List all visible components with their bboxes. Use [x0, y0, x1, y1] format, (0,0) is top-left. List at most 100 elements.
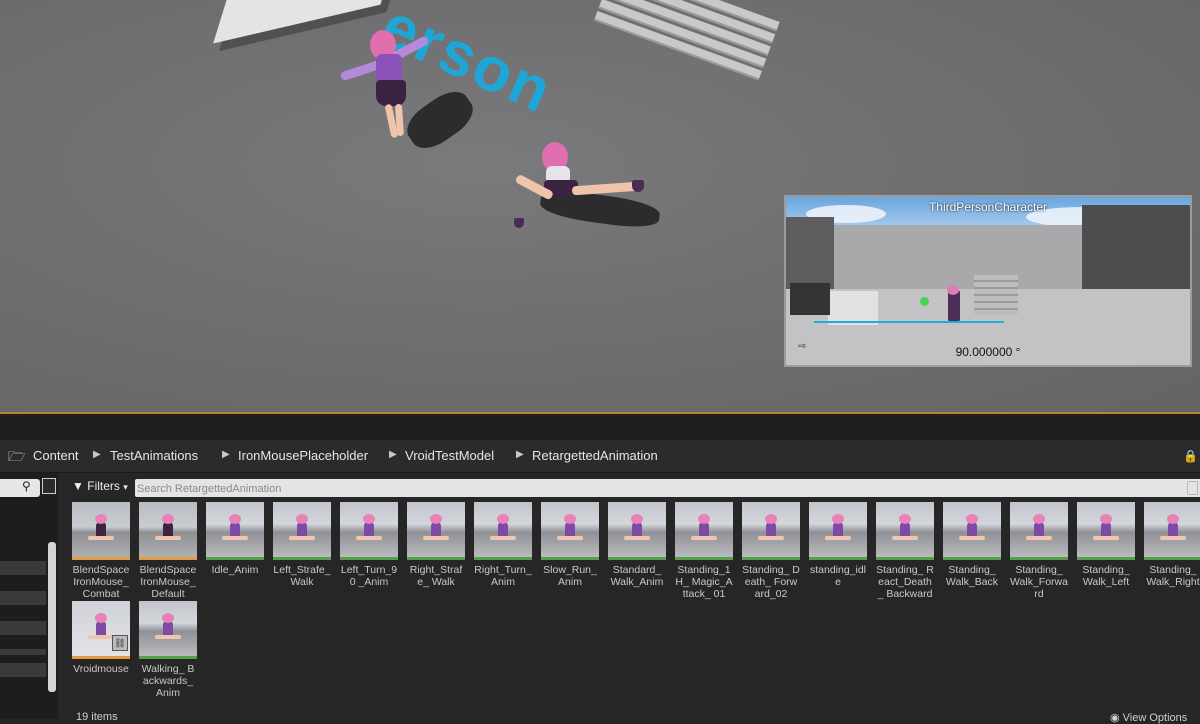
chevron-right-icon[interactable]: ▶ — [516, 449, 524, 460]
character-figure — [289, 514, 315, 540]
character-figure — [758, 514, 784, 540]
asset-label: Right_Turn_ Anim — [474, 564, 532, 588]
asset-label: Standing_ Walk_Right — [1146, 564, 1200, 588]
view-options-label: View Options — [1122, 712, 1188, 724]
asset-tile[interactable]: ⛓ Vroidmouse — [72, 601, 130, 675]
asset-thumbnail — [340, 502, 398, 560]
preview-block — [828, 291, 878, 325]
character-figure — [1026, 514, 1052, 540]
chevron-right-icon[interactable]: ▶ — [222, 449, 230, 460]
items-count: 19 items — [76, 711, 118, 723]
asset-label: Slow_Run_ Anim — [543, 564, 597, 588]
asset-thumbnail — [876, 502, 934, 560]
preview-back-wall — [832, 225, 1082, 295]
folder-tree-item[interactable] — [0, 663, 46, 677]
folder-tree-scrollbar[interactable] — [48, 542, 56, 692]
asset-tile[interactable]: Walking_ Backwards_ Anim — [139, 601, 197, 699]
folder-tree-item[interactable] — [0, 649, 46, 655]
asset-tile[interactable]: BlendSpace IronMouse_ Default — [139, 502, 197, 600]
folder-tree-item[interactable] — [0, 621, 46, 635]
view-options-button[interactable]: ◉ View Options — [1110, 711, 1187, 724]
panel-settings-icon[interactable] — [1187, 481, 1198, 495]
asset-search-box[interactable]: ⚲ — [135, 479, 1200, 498]
folder-tree-item[interactable] — [0, 561, 46, 575]
character-figure — [1160, 514, 1186, 540]
asset-thumbnail — [541, 502, 599, 560]
preview-block — [790, 283, 830, 315]
breadcrumb-content[interactable]: Content — [33, 448, 79, 463]
breadcrumb-ironmouseplaceholder[interactable]: IronMousePlaceholder — [238, 448, 368, 463]
preview-stairs — [974, 275, 1018, 315]
panel-divider[interactable] — [0, 412, 1200, 440]
eye-icon: ◉ — [1110, 712, 1123, 724]
asset-label: Left_Strafe_ Walk — [273, 564, 331, 588]
character-figure — [155, 613, 181, 639]
asset-thumbnail — [407, 502, 465, 560]
asset-thumbnail — [273, 502, 331, 560]
lock-icon[interactable]: 🔒 — [1183, 449, 1198, 463]
asset-tile[interactable]: Standing_ React_Death_ Backward — [876, 502, 934, 600]
asset-thumbnail — [1144, 502, 1200, 560]
asset-thumbnail — [1010, 502, 1068, 560]
asset-tile[interactable]: Standing_ Walk_Forward — [1010, 502, 1068, 600]
asset-label: Walking_ Backwards_ Anim — [141, 663, 195, 699]
asset-search-input[interactable] — [135, 480, 1137, 498]
asset-tile[interactable]: Left_Turn_90 _Anim — [340, 502, 398, 588]
asset-tile[interactable]: Standing_ Walk_Back — [943, 502, 1001, 588]
asset-tile[interactable]: Idle_Anim — [206, 502, 264, 576]
preview-green-orb — [920, 297, 929, 306]
filters-button[interactable]: ▼ Filters ▾ — [72, 479, 128, 493]
asset-tile[interactable]: Standing_1H_ Magic_Attack_ 01 — [675, 502, 733, 600]
chevron-right-icon[interactable]: ▶ — [389, 449, 397, 460]
asset-tile[interactable]: Right_Strafe_ Walk — [407, 502, 465, 588]
sources-toggle-icon[interactable] — [42, 478, 56, 494]
asset-tile[interactable]: Left_Strafe_ Walk — [273, 502, 331, 588]
asset-label: Left_Turn_90 _Anim — [340, 564, 398, 588]
asset-tile[interactable]: Standing_ Walk_Right — [1144, 502, 1200, 588]
asset-label: Standing_ Walk_Left — [1082, 564, 1130, 588]
chevron-down-icon: ▾ — [123, 482, 128, 492]
chevron-right-icon[interactable]: ▶ — [93, 449, 101, 460]
character-figure — [88, 514, 114, 540]
asset-tile[interactable]: Standing_ Walk_Left — [1077, 502, 1135, 588]
asset-label: Standard_ Walk_Anim — [610, 564, 664, 588]
asset-tile[interactable]: Right_Turn_ Anim — [474, 502, 532, 588]
breadcrumb-vroidtestmodel[interactable]: VroidTestModel — [405, 448, 494, 463]
asset-tile[interactable]: Slow_Run_ Anim — [541, 502, 599, 588]
asset-tile[interactable]: BlendSpace IronMouse_ Combat — [72, 502, 130, 600]
character-tpose[interactable] — [339, 30, 430, 150]
filters-label: Filters — [87, 479, 120, 493]
asset-thumbnail — [1077, 502, 1135, 560]
asset-tile[interactable]: Standard_ Walk_Anim — [608, 502, 666, 588]
asset-label: Standing_ Death_ Forward_02 — [742, 564, 800, 600]
asset-thumbnail — [742, 502, 800, 560]
asset-tile[interactable]: Standing_ Death_ Forward_02 — [742, 502, 800, 600]
asset-thumbnail — [943, 502, 1001, 560]
asset-tile[interactable]: standing_idle — [809, 502, 867, 588]
breadcrumb-retargettedanimation[interactable]: RetargettedAnimation — [532, 448, 658, 463]
asset-view: ▼ Filters ▾ ⚲ BlendSpace IronMouse_ Comb… — [60, 473, 1200, 724]
character-figure — [1093, 514, 1119, 540]
character-figure — [222, 514, 248, 540]
asset-thumbnail — [139, 502, 197, 560]
folder-search-field[interactable] — [0, 479, 40, 497]
character-figure — [88, 613, 114, 639]
camera-preview-window[interactable]: ThirdPersonCharacter ⇨ 90.000000 ° — [784, 195, 1192, 367]
character-figure — [490, 514, 516, 540]
asset-thumbnail — [675, 502, 733, 560]
folder-tree-item[interactable] — [0, 591, 46, 605]
folder-tree-pane: ⚲ — [0, 473, 58, 719]
level-viewport[interactable]: erson ThirdPersonCharacter ⇨ 90.000000 ° — [0, 0, 1200, 412]
breadcrumb-testanimations[interactable]: TestAnimations — [110, 448, 198, 463]
asset-thumbnail — [139, 601, 197, 659]
character-figure — [356, 514, 382, 540]
character-split-pose[interactable] — [510, 140, 650, 235]
character-figure — [423, 514, 449, 540]
asset-label: Standing_ Walk_Back — [945, 564, 999, 588]
folder-icon[interactable]: 🗁 — [8, 446, 25, 470]
asset-label: Right_Strafe_ Walk — [409, 564, 463, 588]
character-figure — [557, 514, 583, 540]
preview-character-head — [947, 285, 959, 295]
search-icon[interactable]: ⚲ — [22, 479, 31, 493]
asset-label: Vroidmouse — [73, 663, 129, 675]
